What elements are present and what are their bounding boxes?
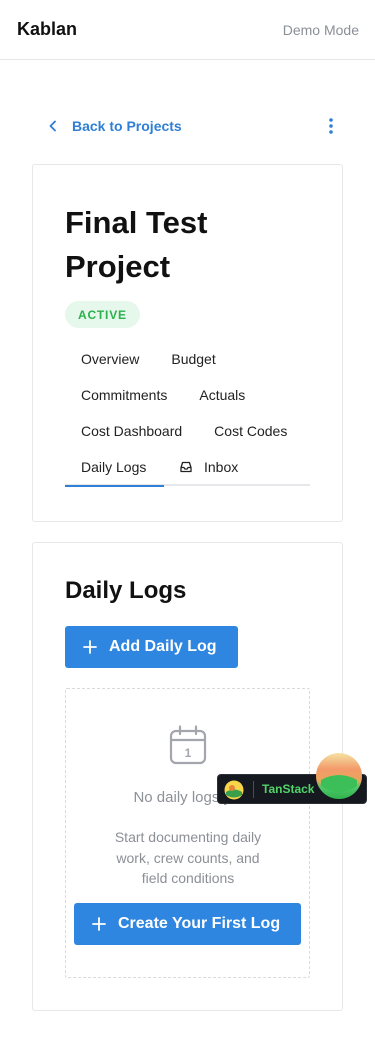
tab-inbox[interactable]: Inbox [164, 459, 254, 475]
project-tabs: Overview Budget Commitments Actuals Cost… [65, 341, 310, 487]
back-to-projects-link[interactable]: Back to Projects [32, 118, 182, 134]
back-to-projects-label: Back to Projects [72, 118, 182, 134]
tab-row: Daily Logs Inbox [65, 448, 310, 487]
brand-logo[interactable]: Kablan [17, 19, 77, 40]
chevron-left-icon [49, 120, 56, 132]
daily-logs-title: Daily Logs [65, 577, 187, 604]
tab-row: Cost Dashboard Cost Codes [65, 413, 310, 449]
status-badge: ACTIVE [65, 301, 140, 328]
calendar-icon: 1 [169, 725, 207, 765]
calendar-day: 1 [185, 746, 192, 760]
tab-daily-logs[interactable]: Daily Logs [65, 448, 164, 487]
empty-state-description: Start documenting daily work, crew count… [114, 829, 262, 886]
project-card: Final Test Project ACTIVE Overview Budge… [32, 164, 343, 522]
add-daily-log-button[interactable]: Add Daily Log [65, 626, 238, 668]
add-daily-log-label: Add Daily Log [109, 638, 217, 655]
tab-cost-codes[interactable]: Cost Codes [198, 423, 303, 439]
more-options-button[interactable] [319, 110, 343, 142]
create-first-log-label: Create Your First Log [118, 915, 281, 932]
demo-mode-label: Demo Mode [282, 21, 359, 38]
tanstack-divider [253, 781, 254, 798]
plus-icon [92, 917, 106, 931]
create-first-log-button[interactable]: Create Your First Log [74, 903, 301, 945]
project-title: Final Test Project [65, 205, 208, 284]
plus-icon [83, 640, 97, 654]
tab-inbox-label: Inbox [204, 458, 239, 475]
tab-row: Commitments Actuals [65, 377, 310, 413]
tanstack-label: TanStack [262, 782, 315, 796]
tanstack-logo-icon [224, 780, 244, 800]
top-bar: Kablan Demo Mode [0, 0, 375, 60]
tab-budget[interactable]: Budget [155, 351, 231, 367]
tab-commitments[interactable]: Commitments [65, 387, 183, 403]
tanstack-orb-icon[interactable] [315, 752, 363, 800]
tab-overview[interactable]: Overview [65, 351, 155, 367]
tab-row: Overview Budget [65, 341, 310, 377]
back-row: Back to Projects [32, 110, 343, 142]
empty-state: 1 No daily logs yet Start documenting da… [65, 688, 310, 978]
tab-actuals[interactable]: Actuals [183, 387, 261, 403]
tab-cost-dashboard[interactable]: Cost Dashboard [65, 423, 198, 439]
more-vertical-icon [329, 118, 333, 134]
inbox-icon [180, 461, 192, 472]
